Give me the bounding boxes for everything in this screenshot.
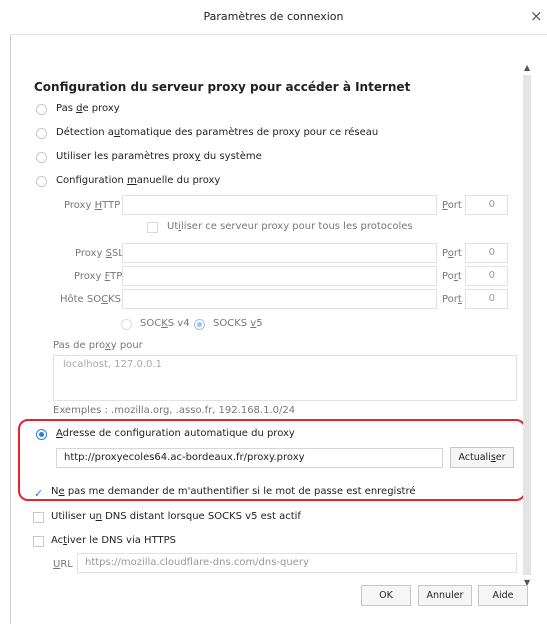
- ftp-port-label: Port: [442, 271, 462, 282]
- manual-proxy-label: Configuration manuelle du proxy: [56, 175, 221, 186]
- socks-port-label: Port: [442, 294, 462, 305]
- no-auth-prompt-label: Ne pas me demander de m'authentifier si …: [51, 486, 416, 497]
- ssl-proxy-input[interactable]: [122, 243, 437, 263]
- doh-checkbox[interactable]: [33, 536, 44, 547]
- window-left-edge: [10, 0, 11, 624]
- ftp-proxy-input[interactable]: [122, 266, 437, 286]
- doh-url-input[interactable]: https://mozilla.cloudflare-dns.com/dns-q…: [77, 553, 517, 573]
- window-title: Paramètres de connexion: [203, 10, 344, 23]
- section-title: Configuration du serveur proxy pour accé…: [34, 80, 411, 94]
- radio-socks-v5[interactable]: [194, 319, 205, 330]
- socks-host-label: Hôte SOCKS: [60, 294, 121, 305]
- ssl-port-label: Port: [442, 248, 462, 259]
- radio-auto-config-url[interactable]: [36, 429, 47, 440]
- doh-label: Activer le DNS via HTTPS: [51, 535, 176, 546]
- no-proxy-examples: Exemples : .mozilla.org, .asso.fr, 192.1…: [53, 405, 296, 416]
- http-proxy-input[interactable]: [122, 195, 437, 215]
- reload-button[interactable]: Actualiser: [450, 447, 514, 468]
- socks-v4-label: SOCKS v4: [140, 318, 190, 329]
- ftp-proxy-label: Proxy FTP: [74, 271, 123, 282]
- remote-dns-checkbox[interactable]: [33, 512, 44, 523]
- auto-detect-label: Détection automatique des paramètres de …: [56, 127, 379, 138]
- all-protocols-label: Utiliser ce serveur proxy pour tous les …: [167, 221, 413, 232]
- checkmark-icon: ✓: [34, 487, 44, 500]
- no-proxy-for-label: Pas de proxy pour: [53, 340, 143, 351]
- no-proxy-placeholder: localhost, 127.0.0.1: [63, 359, 162, 370]
- radio-socks-v4[interactable]: [121, 319, 132, 330]
- http-port-label: Port: [442, 200, 462, 211]
- auto-config-label: Adresse de configuration automatique du …: [56, 428, 295, 439]
- radio-auto-detect[interactable]: [36, 128, 47, 139]
- http-port-input[interactable]: 0: [465, 195, 508, 215]
- ftp-port-input[interactable]: 0: [465, 266, 508, 286]
- ssl-port-input[interactable]: 0: [465, 243, 508, 263]
- system-proxy-label: Utiliser les paramètres proxy du système: [56, 151, 262, 162]
- socks-port-input[interactable]: 0: [465, 289, 508, 309]
- doh-url-label: URL: [53, 559, 73, 570]
- doh-url-value: https://mozilla.cloudflare-dns.com/dns-q…: [85, 557, 309, 568]
- ok-button[interactable]: OK: [361, 585, 411, 606]
- remote-dns-label: Utiliser un DNS distant lorsque SOCKS v5…: [51, 511, 301, 522]
- radio-system-proxy[interactable]: [36, 152, 47, 163]
- scroll-up-icon[interactable]: ▲: [524, 63, 530, 72]
- auto-config-url-input[interactable]: http://proxyecoles64.ac-bordeaux.fr/prox…: [56, 448, 443, 468]
- auto-config-url-value: http://proxyecoles64.ac-bordeaux.fr/prox…: [64, 452, 305, 463]
- http-proxy-label: Proxy HTTP: [64, 200, 121, 211]
- socks-v5-label: SOCKS v5: [213, 318, 263, 329]
- no-auth-prompt-checkbox[interactable]: ✓: [33, 487, 44, 500]
- socks-host-input[interactable]: [122, 289, 437, 309]
- close-icon[interactable]: ×: [530, 7, 543, 25]
- scrollbar-thumb[interactable]: [523, 75, 531, 575]
- no-proxy-for-textarea[interactable]: localhost, 127.0.0.1: [53, 355, 517, 401]
- radio-no-proxy[interactable]: [36, 104, 47, 115]
- ssl-proxy-label: Proxy SSL: [75, 248, 124, 259]
- no-proxy-label: Pas de proxy: [56, 103, 120, 114]
- radio-manual-proxy[interactable]: [36, 176, 47, 187]
- all-protocols-checkbox[interactable]: [147, 222, 158, 233]
- cancel-button[interactable]: Annuler: [418, 585, 472, 606]
- help-button[interactable]: Aide: [478, 585, 528, 606]
